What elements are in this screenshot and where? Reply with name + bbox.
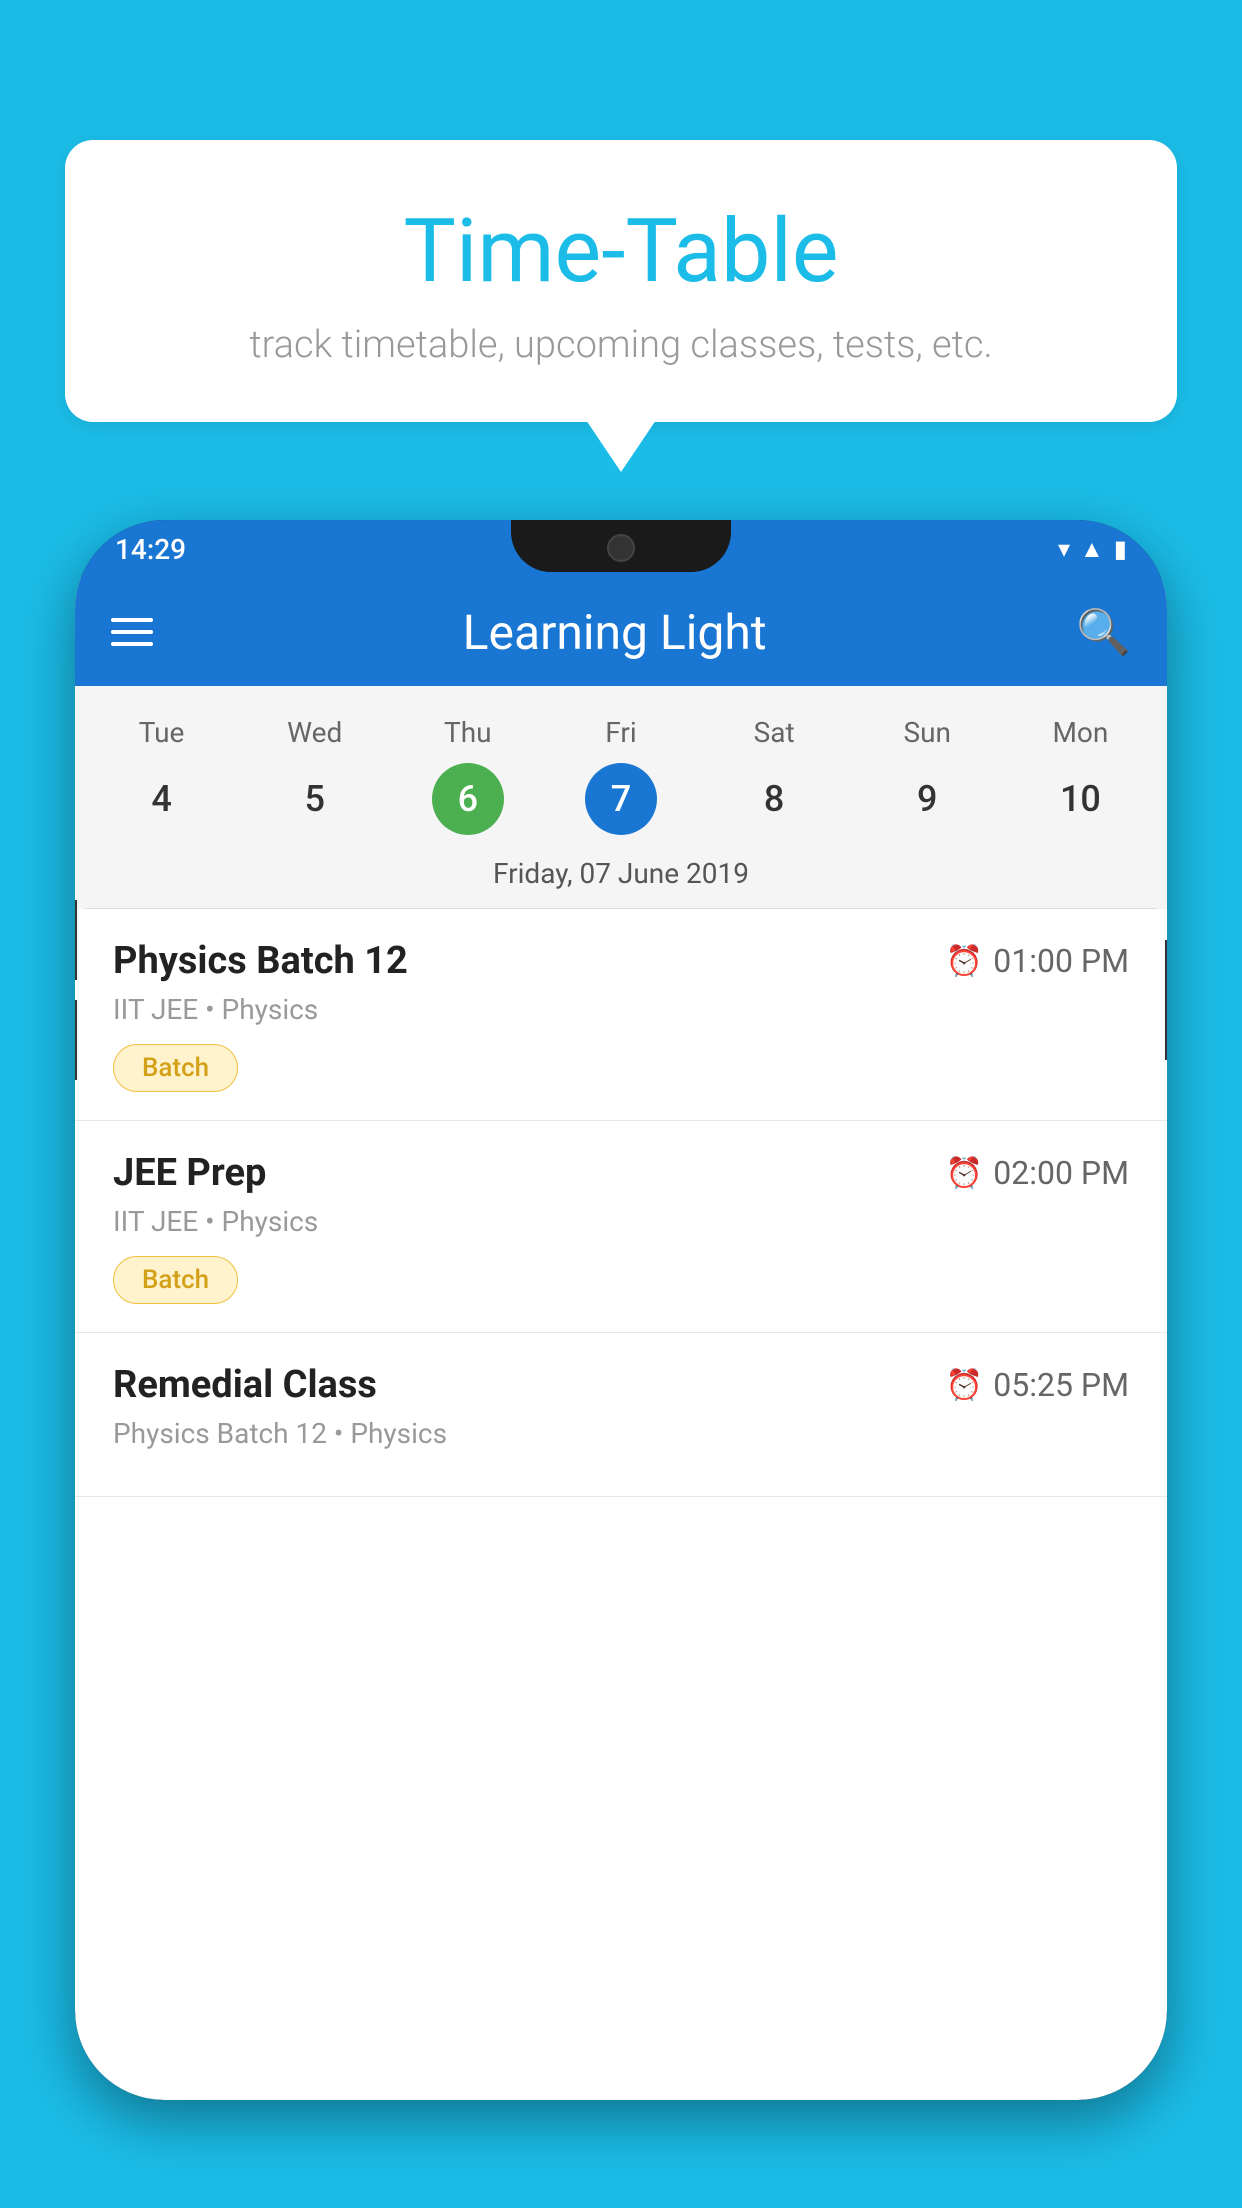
class-name: Remedial Class [113,1363,377,1407]
day-col[interactable]: Sat 8 [709,716,839,835]
day-col[interactable]: Thu 6 [403,716,533,835]
speech-bubble: Time-Table track timetable, upcoming cla… [65,140,1177,422]
class-item-header: Remedial Class ⏰ 05:25 PM [113,1363,1129,1407]
class-time: ⏰ 05:25 PM [946,1366,1129,1404]
class-time: ⏰ 01:00 PM [946,942,1129,980]
speech-bubble-section: Time-Table track timetable, upcoming cla… [65,140,1177,422]
class-item[interactable]: Physics Batch 12 ⏰ 01:00 PM IIT JEE • Phys… [75,909,1167,1121]
phone-frame: 14:29 ▾ ▲ ▮ Learning Light 🔍 [75,520,1167,2100]
class-time: ⏰ 02:00 PM [946,1154,1129,1192]
search-button[interactable]: 🔍 [1076,606,1131,658]
day-name: Sat [754,716,795,749]
class-meta: Physics Batch 12 • Physics [113,1417,1129,1450]
phone-container: 14:29 ▾ ▲ ▮ Learning Light 🔍 [75,520,1167,2208]
wifi-icon: ▾ [1058,535,1070,563]
status-icons: ▾ ▲ ▮ [1058,535,1127,564]
class-item[interactable]: JEE Prep ⏰ 02:00 PM IIT JEE • Physics Batch [75,1121,1167,1333]
day-name: Tue [139,716,185,749]
day-number: 4 [126,763,198,835]
day-name: Wed [287,716,342,749]
clock-icon: ⏰ [946,1368,983,1403]
day-col[interactable]: Sun 9 [862,716,992,835]
day-name: Fri [605,716,636,749]
day-name: Sun [904,716,952,749]
volume-down-button [75,1000,77,1080]
bubble-title: Time-Table [145,200,1097,303]
signal-icon: ▲ [1080,535,1104,564]
menu-button[interactable] [111,618,153,646]
battery-icon: ▮ [1114,535,1127,563]
phone-notch [511,520,731,572]
class-name: Physics Batch 12 [113,939,408,983]
day-number: 9 [891,763,963,835]
class-item-header: Physics Batch 12 ⏰ 01:00 PM [113,939,1129,983]
day-col[interactable]: Mon 10 [1015,716,1145,835]
class-item[interactable]: Remedial Class ⏰ 05:25 PM Physics Batch 12… [75,1333,1167,1497]
class-meta: IIT JEE • Physics [113,993,1129,1026]
bubble-subtitle: track timetable, upcoming classes, tests… [145,323,1097,367]
day-number: 6 [432,763,504,835]
day-number: 8 [738,763,810,835]
day-col[interactable]: Wed 5 [250,716,380,835]
phone-camera [607,534,635,562]
day-number: 5 [279,763,351,835]
days-row: Tue 4 Wed 5 Thu 6 Fri 7 Sat 8 Sun 9 Mon 10 [85,706,1157,841]
phone-screen: Learning Light 🔍 Tue 4 Wed 5 Thu 6 Fri 7 Sat 8 Sun… [75,578,1167,2100]
day-name: Mon [1052,716,1108,749]
selected-date-label: Friday, 07 June 2019 [85,841,1157,909]
day-number: 10 [1044,763,1116,835]
class-list: Physics Batch 12 ⏰ 01:00 PM IIT JEE • Phys… [75,909,1167,1497]
day-number: 7 [585,763,657,835]
status-time: 14:29 [115,533,186,566]
class-meta: IIT JEE • Physics [113,1205,1129,1238]
batch-badge: Batch [113,1044,238,1092]
clock-icon: ⏰ [946,944,983,979]
batch-badge: Batch [113,1256,238,1304]
class-item-header: JEE Prep ⏰ 02:00 PM [113,1151,1129,1195]
clock-icon: ⏰ [946,1156,983,1191]
app-bar: Learning Light 🔍 [75,578,1167,686]
app-title: Learning Light [153,604,1076,661]
volume-up-button [75,900,77,980]
power-button [1165,940,1167,1060]
class-name: JEE Prep [113,1151,266,1195]
day-name: Thu [444,716,492,749]
day-col[interactable]: Tue 4 [97,716,227,835]
day-col[interactable]: Fri 7 [556,716,686,835]
calendar-section: Tue 4 Wed 5 Thu 6 Fri 7 Sat 8 Sun 9 Mon 10 Friday, 07… [75,686,1167,909]
